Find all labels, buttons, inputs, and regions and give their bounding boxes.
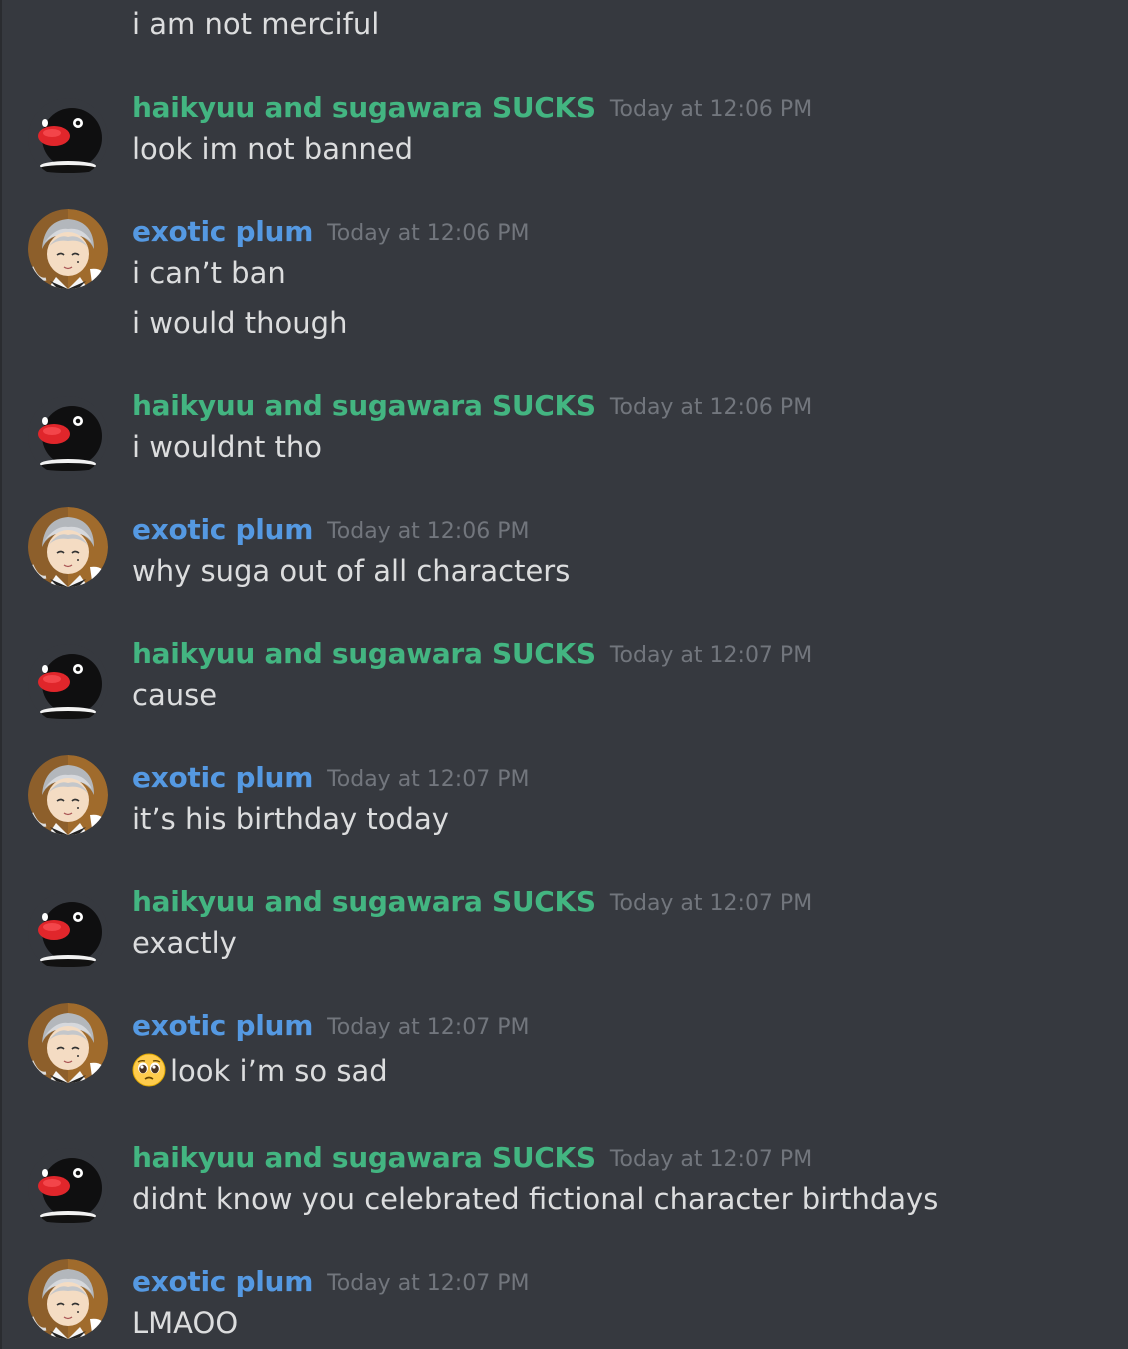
message-header: exotic plum Today at 12:06 PM bbox=[132, 512, 529, 548]
anime-character-avatar[interactable] bbox=[28, 507, 108, 587]
username[interactable]: exotic plum bbox=[132, 761, 313, 794]
message-header: haikyuu and sugawara SUCKS Today at 12:06… bbox=[132, 388, 812, 424]
message-header: haikyuu and sugawara SUCKS Today at 12:06… bbox=[132, 90, 812, 126]
anime-character-avatar[interactable] bbox=[28, 1259, 108, 1339]
message-content: i would though bbox=[132, 306, 348, 340]
message-text: look i’m so sad bbox=[170, 1054, 388, 1088]
message-content: i am not merciful bbox=[132, 7, 380, 41]
message-content: it’s his birthday today bbox=[132, 802, 449, 836]
message-header: exotic plum Today at 12:07 PM bbox=[132, 1264, 529, 1300]
message-content: didnt know you celebrated fictional char… bbox=[132, 1182, 939, 1216]
timestamp[interactable]: Today at 12:06 PM bbox=[610, 395, 812, 420]
anime-character-avatar[interactable] bbox=[28, 1003, 108, 1083]
penguin-avatar[interactable] bbox=[28, 892, 108, 972]
message-content: i can’t ban bbox=[132, 256, 286, 290]
message-header: exotic plum Today at 12:07 PM bbox=[132, 1008, 529, 1044]
username[interactable]: exotic plum bbox=[132, 513, 313, 546]
username[interactable]: haikyuu and sugawara SUCKS bbox=[132, 91, 596, 124]
message-content: LMAOO bbox=[132, 1306, 239, 1340]
message-content: look i’m so sad bbox=[132, 1053, 388, 1089]
timestamp[interactable]: Today at 12:07 PM bbox=[610, 643, 812, 668]
username[interactable]: haikyuu and sugawara SUCKS bbox=[132, 637, 596, 670]
message-content: why suga out of all characters bbox=[132, 554, 571, 588]
anime-character-avatar[interactable] bbox=[28, 209, 108, 289]
message-content: i wouldnt tho bbox=[132, 430, 323, 464]
username[interactable]: exotic plum bbox=[132, 1265, 313, 1298]
timestamp[interactable]: Today at 12:07 PM bbox=[610, 891, 812, 916]
timestamp[interactable]: Today at 12:07 PM bbox=[327, 1015, 529, 1040]
message-header: exotic plum Today at 12:07 PM bbox=[132, 760, 529, 796]
username[interactable]: haikyuu and sugawara SUCKS bbox=[132, 1141, 596, 1174]
timestamp[interactable]: Today at 12:07 PM bbox=[327, 1271, 529, 1296]
penguin-avatar[interactable] bbox=[28, 98, 108, 178]
username[interactable]: exotic plum bbox=[132, 215, 313, 248]
timestamp[interactable]: Today at 12:06 PM bbox=[327, 519, 529, 544]
message-header: haikyuu and sugawara SUCKS Today at 12:07… bbox=[132, 884, 812, 920]
username[interactable]: exotic plum bbox=[132, 1009, 313, 1042]
penguin-avatar[interactable] bbox=[28, 396, 108, 476]
username[interactable]: haikyuu and sugawara SUCKS bbox=[132, 389, 596, 422]
timestamp[interactable]: Today at 12:07 PM bbox=[610, 1147, 812, 1172]
timestamp[interactable]: Today at 12:06 PM bbox=[610, 97, 812, 122]
pleading-face-emoji bbox=[132, 1053, 166, 1087]
timestamp[interactable]: Today at 12:07 PM bbox=[327, 767, 529, 792]
anime-character-avatar[interactable] bbox=[28, 755, 108, 835]
chat-message-list[interactable]: i am not merciful haikyuu and sugawara S… bbox=[0, 0, 1128, 1349]
timestamp[interactable]: Today at 12:06 PM bbox=[327, 221, 529, 246]
penguin-avatar[interactable] bbox=[28, 1148, 108, 1228]
message-content: cause bbox=[132, 678, 218, 712]
username[interactable]: haikyuu and sugawara SUCKS bbox=[132, 885, 596, 918]
penguin-avatar[interactable] bbox=[28, 644, 108, 724]
message-header: haikyuu and sugawara SUCKS Today at 12:07… bbox=[132, 636, 812, 672]
message-content: exactly bbox=[132, 926, 237, 960]
message-content: look im not banned bbox=[132, 132, 413, 166]
message-header: exotic plum Today at 12:06 PM bbox=[132, 214, 529, 250]
message-header: haikyuu and sugawara SUCKS Today at 12:07… bbox=[132, 1140, 812, 1176]
